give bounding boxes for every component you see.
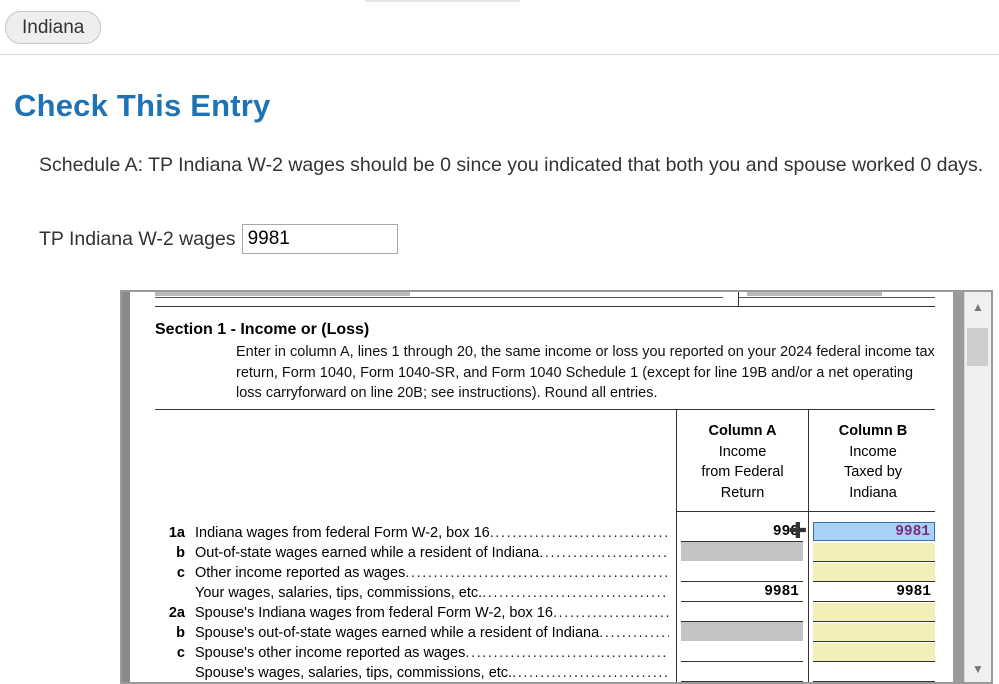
crosshair-cursor-icon: ✚: [788, 519, 808, 544]
line-1b-column-a: [681, 542, 803, 561]
field-label: TP Indiana W-2 wages: [39, 228, 236, 250]
line-description: Spouse's out-of-state wages earned while…: [195, 623, 669, 643]
line-2b-column-b[interactable]: [813, 623, 935, 642]
error-message: Schedule A: TP Indiana W-2 wages should …: [39, 154, 984, 176]
line-number: 1a: [168, 525, 185, 541]
form-viewer[interactable]: Section 1 - Income or (Loss) Enter in co…: [120, 290, 993, 684]
line-1-total-column-a: 9981: [681, 583, 803, 602]
line-1b-column-b[interactable]: [813, 543, 935, 562]
section-instructions: Enter in column A, lines 1 through 20, t…: [236, 344, 935, 401]
line-2c-column-b[interactable]: [813, 643, 935, 662]
column-a-title: Column A: [708, 423, 777, 439]
line-description: Spouse's Indiana wages from federal Form…: [195, 603, 669, 623]
line-number: c: [176, 565, 185, 581]
line-description: Spouse's wages, salaries, tips, commissi…: [195, 663, 669, 682]
column-a-sub: Return: [720, 484, 765, 501]
column-b-sub: Income: [849, 443, 897, 460]
line-1c-column-b[interactable]: [813, 563, 935, 582]
top-bar: Indiana: [0, 0, 999, 55]
column-b-sub: Indiana: [849, 484, 897, 501]
scroll-thumb[interactable]: [967, 328, 988, 366]
line-2a-column-a[interactable]: [681, 603, 803, 622]
vertical-scrollbar[interactable]: ▲ ▼: [964, 292, 991, 682]
line-description: Out-of-state wages earned while a reside…: [195, 543, 669, 563]
line-number: b: [176, 625, 185, 641]
line-1c-column-a[interactable]: [681, 563, 803, 582]
header-rule: [155, 297, 723, 298]
form-page: Section 1 - Income or (Loss) Enter in co…: [130, 292, 953, 682]
page-title: Check This Entry: [14, 88, 271, 123]
top-divider: [365, 0, 520, 2]
section-divider: [155, 409, 935, 410]
line-2-total-column-b: [813, 663, 935, 682]
column-b-header: Column B Income Taxed by Indiana: [809, 421, 937, 503]
line-1-total-column-b: 9981: [813, 583, 935, 602]
chevron-up-icon[interactable]: ▲: [965, 296, 991, 318]
line-description: Spouse's other income reported as wages: [195, 643, 669, 663]
tp-indiana-w2-wages-input[interactable]: [241, 224, 398, 254]
chevron-down-icon[interactable]: ▼: [965, 658, 991, 680]
column-a-sub: Income: [718, 443, 767, 460]
line-description: Your wages, salaries, tips, commissions,…: [195, 583, 669, 603]
section-top-rule: [155, 306, 935, 307]
line-2b-column-a: [681, 622, 803, 641]
line-1a-column-b[interactable]: 9981: [813, 522, 935, 541]
column-b-sub: Taxed by: [843, 464, 903, 480]
clipped-header-text: [747, 292, 882, 296]
header-divider: [738, 292, 739, 306]
line-number: 2a: [168, 605, 185, 621]
line-number: c: [176, 645, 185, 661]
line-description: Other income reported as wages: [195, 563, 669, 583]
section-title: Section 1 - Income or (Loss): [155, 321, 370, 338]
clipped-header-text: [155, 292, 410, 296]
viewer-left-border: [122, 292, 130, 682]
column-header-bottom-rule: [676, 511, 935, 512]
field-row: TP Indiana W-2 wages: [39, 224, 398, 254]
state-tab-indiana[interactable]: Indiana: [5, 11, 102, 44]
line-1a-column-a[interactable]: 998: [681, 523, 803, 542]
line-description: Indiana wages from federal Form W-2, box…: [195, 523, 669, 543]
line-number: b: [176, 545, 185, 561]
line-2c-column-a[interactable]: [681, 643, 803, 662]
column-a-sub: from Federal: [701, 464, 784, 480]
column-b-title: Column B: [838, 423, 908, 439]
line-2-total-column-a: [681, 663, 803, 682]
header-rule: [738, 297, 935, 298]
column-a-header: Column A Income from Federal Return: [677, 421, 808, 503]
line-2a-column-b[interactable]: [813, 603, 935, 622]
